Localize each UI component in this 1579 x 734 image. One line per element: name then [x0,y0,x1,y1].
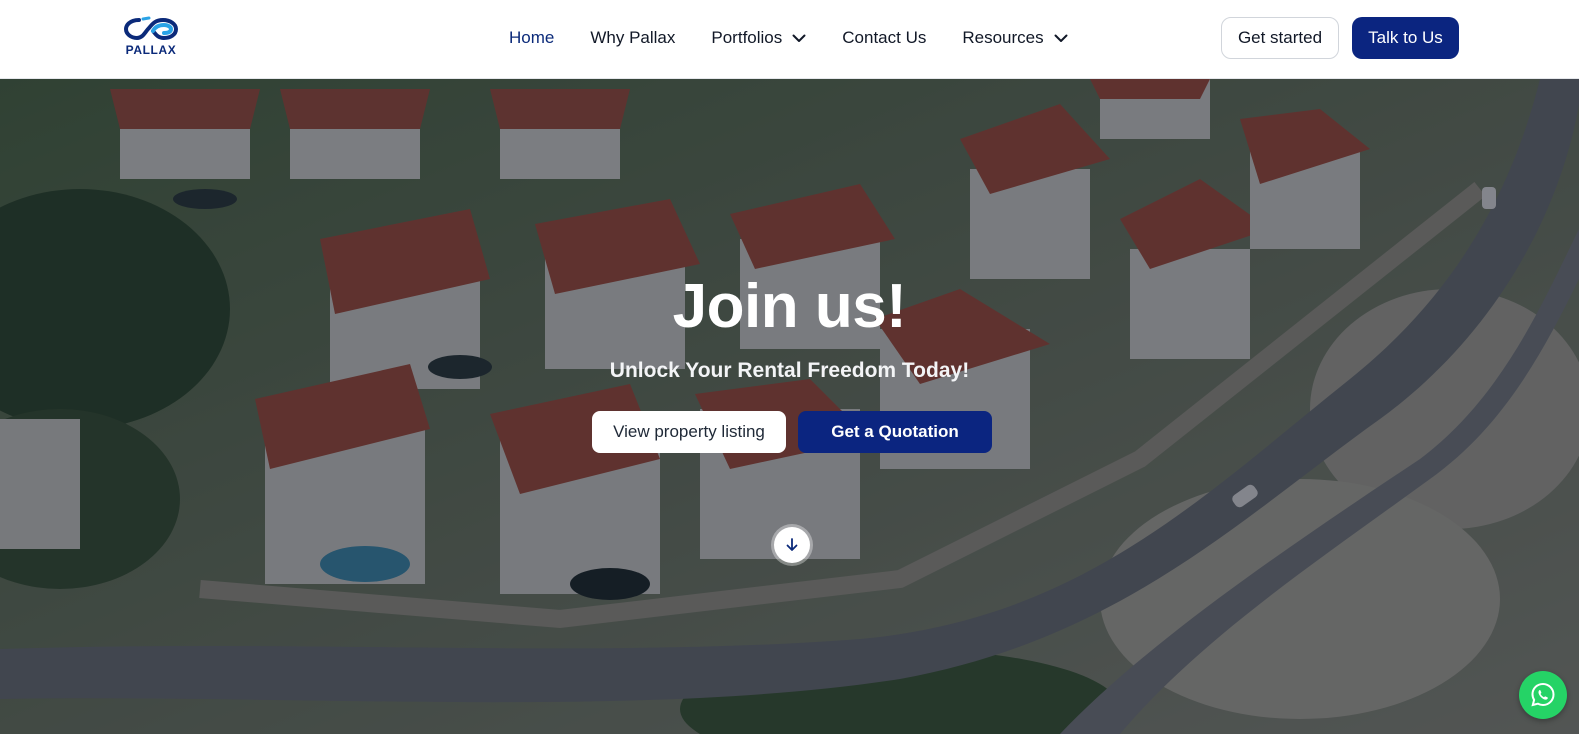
nav-portfolios-label: Portfolios [711,28,783,47]
logo-text: PALLAX [125,43,177,57]
hero-title: Join us! [672,272,907,341]
hero-section: Join us! Unlock Your Rental Freedom Toda… [0,79,1579,734]
nav-home-label: Home [509,28,555,47]
arrow-down-icon [786,538,798,551]
main-nav: Home Why Pallax Portfolios Contact Us Re… [509,26,1104,50]
nav-contact-us-label: Contact Us [842,28,927,47]
get-a-quotation-button[interactable]: Get a Quotation [798,411,992,453]
chevron-down-icon [1054,34,1068,43]
whatsapp-button[interactable] [1519,671,1567,719]
nav-contact-us[interactable]: Contact Us [842,26,926,50]
hero-subtitle: Unlock Your Rental Freedom Today! [609,359,970,382]
view-property-listing-button[interactable]: View property listing [592,411,786,453]
nav-why-pallax[interactable]: Why Pallax [590,26,675,50]
scroll-down-button[interactable] [774,527,810,563]
talk-to-us-button[interactable]: Talk to Us [1352,17,1459,59]
pallax-logo[interactable]: PALLAX [121,16,181,62]
infinity-icon [123,16,179,41]
get-started-button[interactable]: Get started [1221,17,1339,59]
nav-home[interactable]: Home [509,26,554,50]
hero-overlay [0,79,1579,734]
whatsapp-icon [1531,682,1555,707]
chevron-down-icon [792,34,806,43]
nav-portfolios[interactable]: Portfolios [711,26,806,50]
site-header: PALLAX Home Why Pallax Portfolios Contac… [0,0,1579,79]
nav-why-pallax-label: Why Pallax [590,28,676,47]
nav-resources[interactable]: Resources [962,26,1068,50]
nav-resources-label: Resources [962,28,1044,47]
